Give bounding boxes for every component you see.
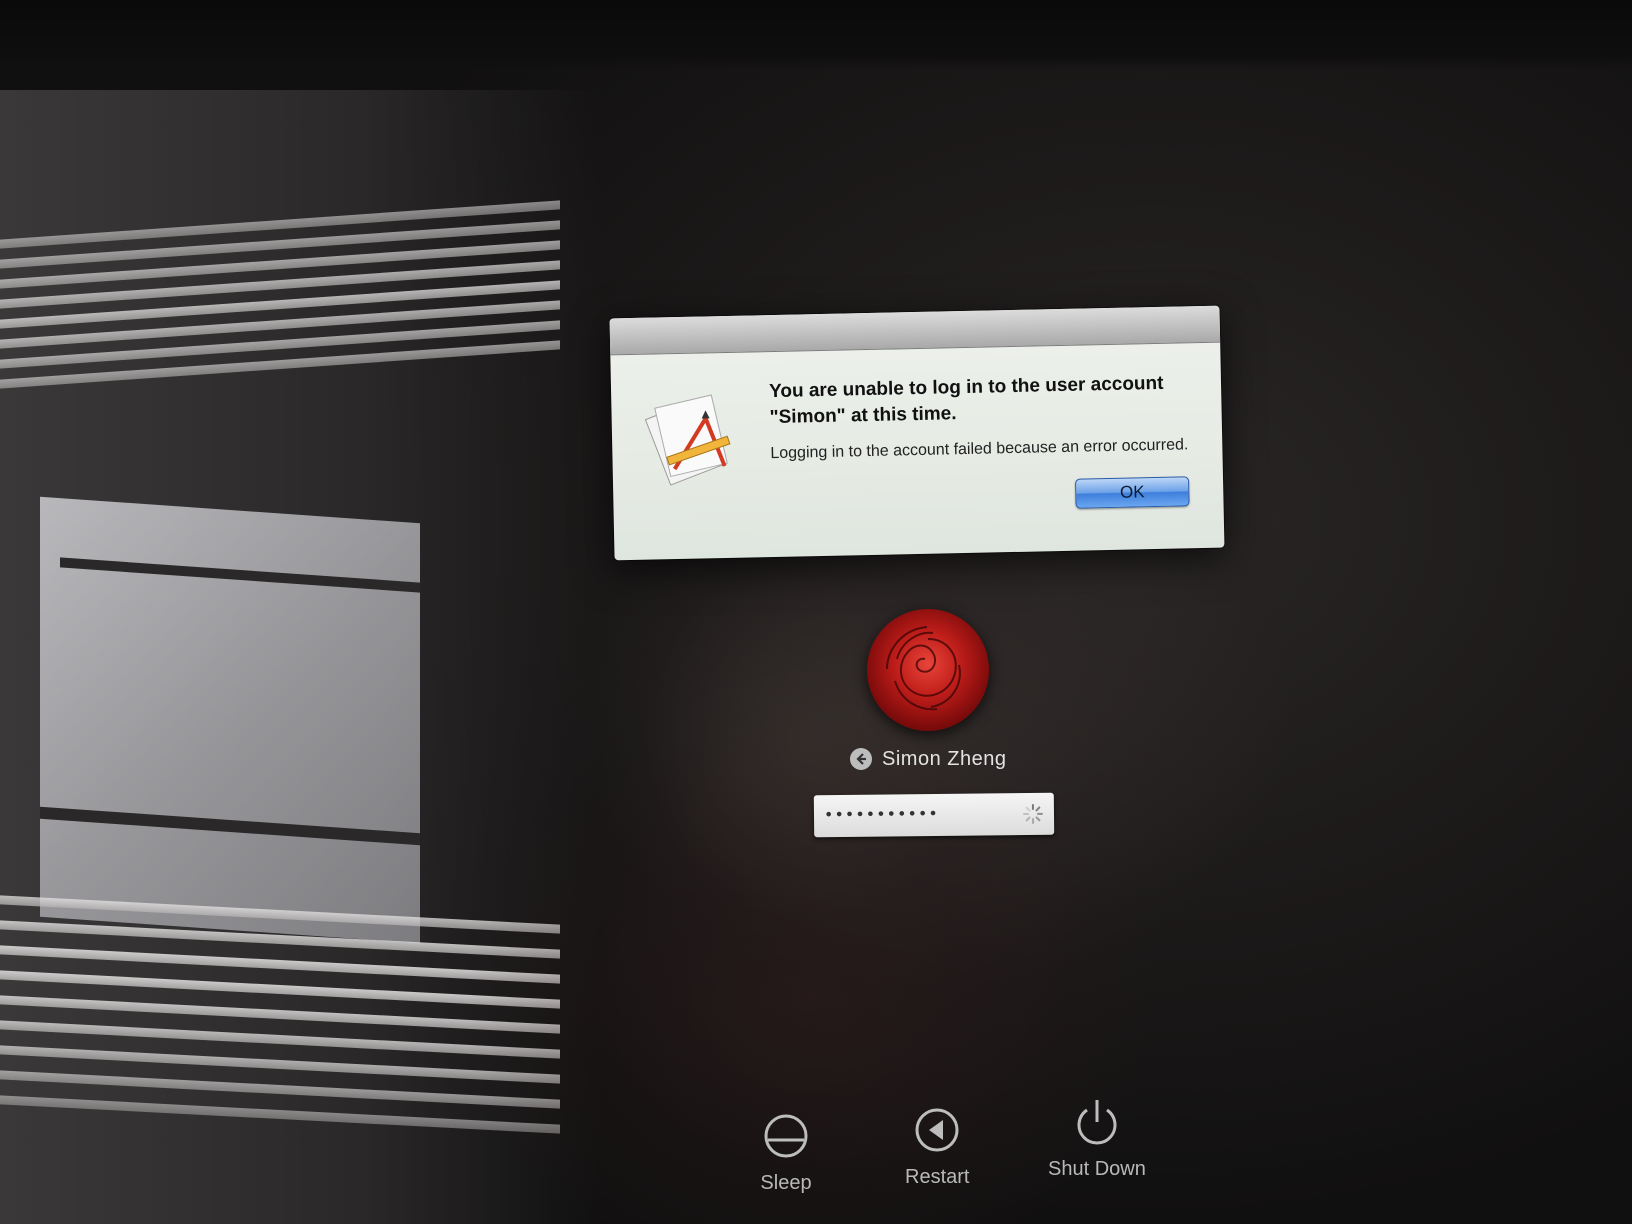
ok-button[interactable]: OK: [1074, 476, 1190, 509]
back-arrow-icon[interactable]: [850, 748, 872, 770]
app-icon: [643, 388, 745, 490]
screen-bezel: [0, 0, 1632, 70]
restart-control[interactable]: Restart: [905, 1104, 969, 1189]
user-row: Simon Zheng: [850, 744, 1006, 774]
shut-down-control[interactable]: Shut Down: [1048, 1096, 1146, 1181]
user-name: Simon Zheng: [882, 747, 1007, 770]
dialog-title: You are unable to log in to the user acc…: [768, 372, 1164, 429]
spinner-icon: [1022, 803, 1044, 825]
restart-icon: [911, 1104, 963, 1156]
sleep-icon: [760, 1110, 812, 1162]
login-error-dialog: You are unable to log in to the user acc…: [609, 305, 1225, 561]
password-mask: •••••••••••: [823, 803, 939, 825]
dialog-message: Logging in to the account failed because…: [770, 436, 1189, 463]
rose-avatar: [867, 609, 989, 731]
restart-label: Restart: [905, 1166, 970, 1188]
login-screen: You are unable to log in to the user acc…: [0, 0, 1632, 1224]
sleep-label: Sleep: [760, 1172, 812, 1194]
power-icon: [1071, 1096, 1123, 1148]
shut-down-label: Shut Down: [1048, 1158, 1146, 1180]
dialog-titlebar: [609, 305, 1221, 356]
sleep-control[interactable]: Sleep: [760, 1110, 812, 1195]
password-field[interactable]: •••••••••••: [813, 792, 1055, 838]
